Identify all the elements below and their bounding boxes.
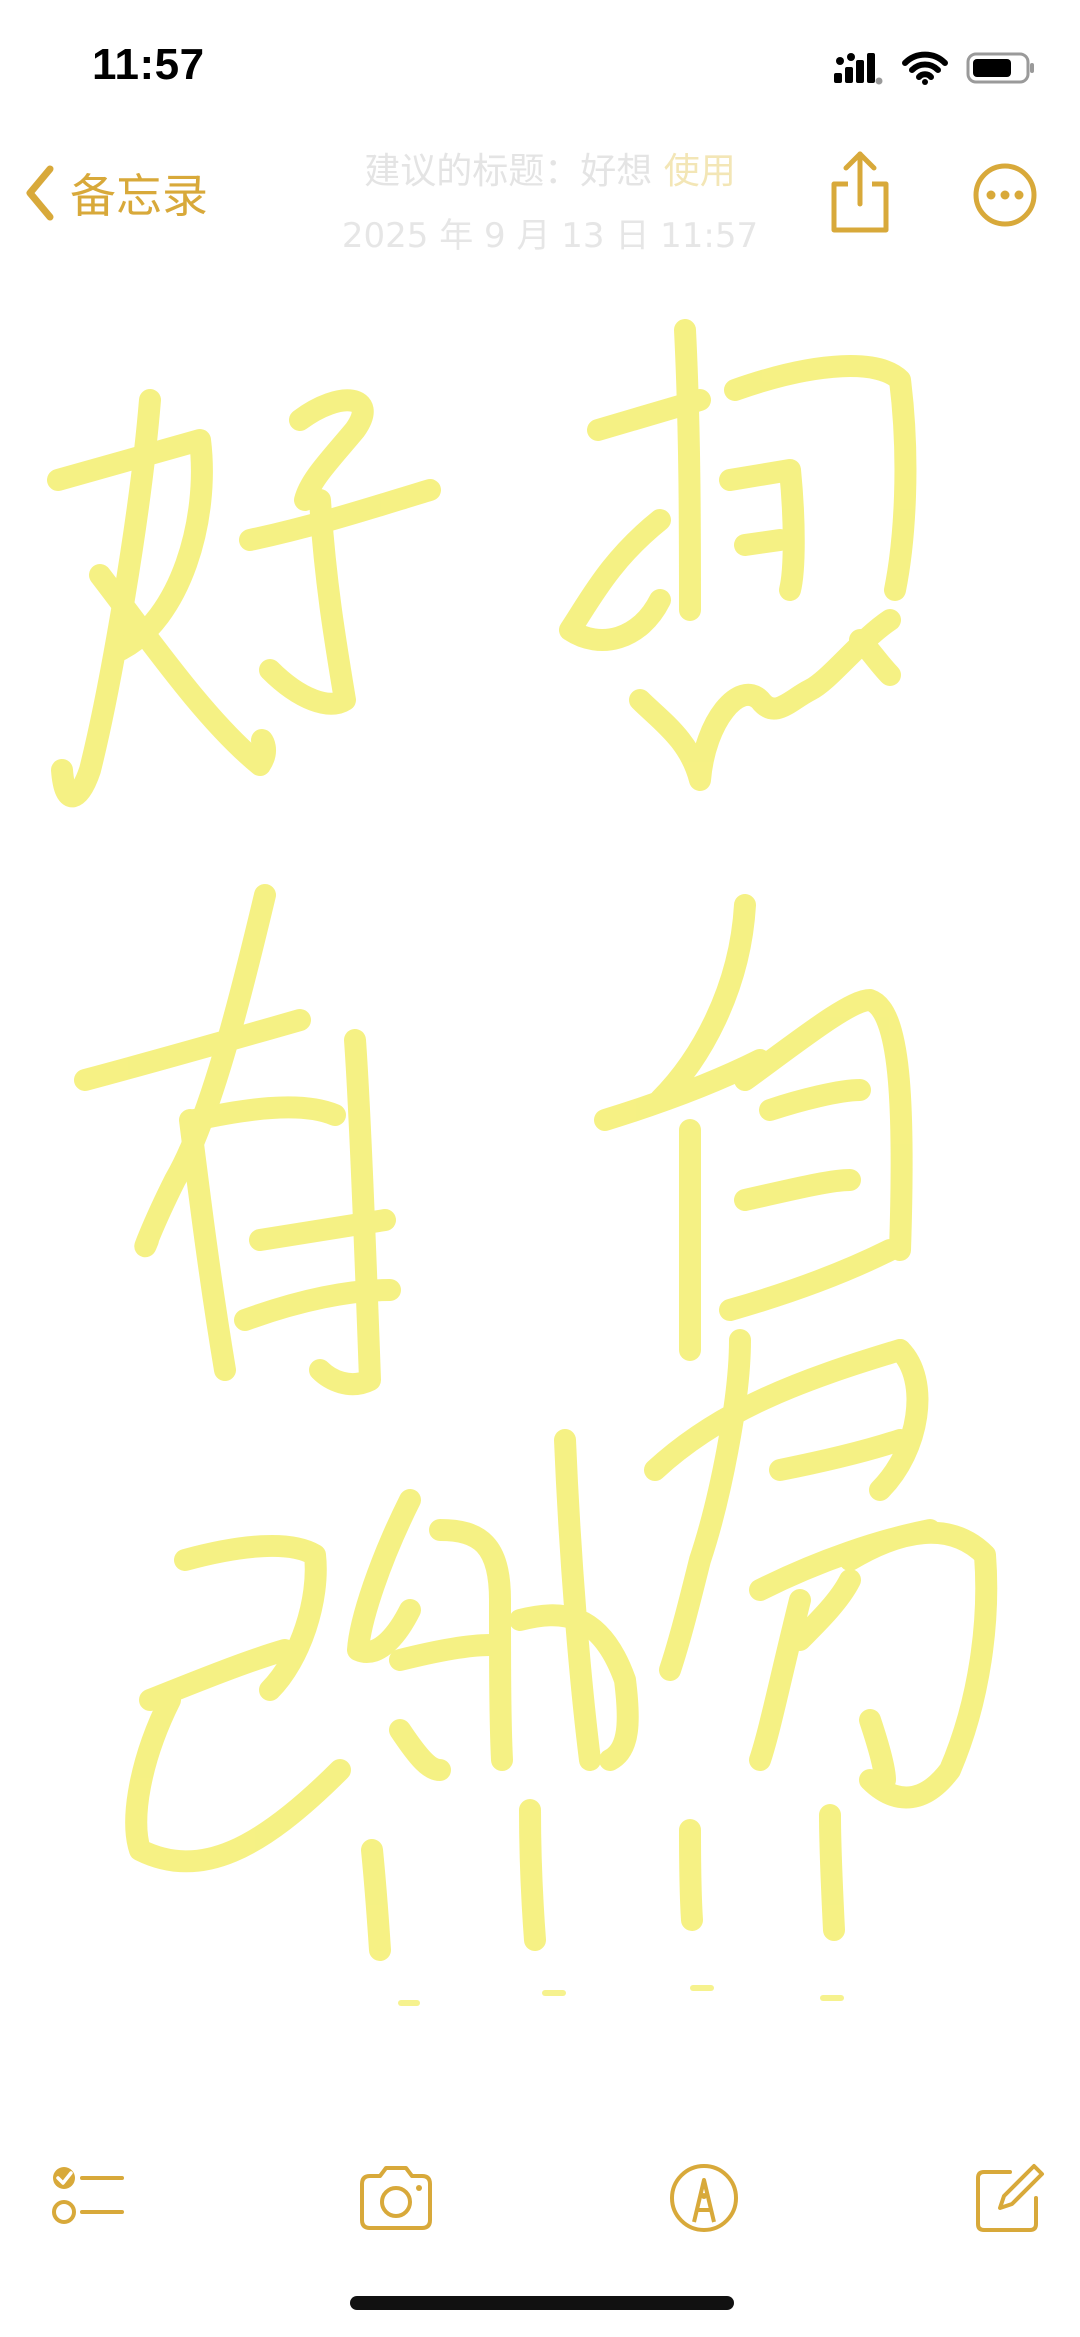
markup-button[interactable] [664, 2158, 744, 2238]
back-button[interactable]: 备忘录 [22, 158, 208, 228]
note-date: 2025 年 9 月 13 日 11:57 [341, 216, 759, 256]
status-bar: 11:57 [0, 0, 1080, 130]
status-time: 11:57 [92, 40, 205, 89]
camera-icon [360, 2166, 432, 2230]
ellipsis-circle-icon [973, 163, 1037, 227]
checklist-button[interactable] [50, 2158, 130, 2238]
more-button[interactable] [972, 162, 1038, 228]
pen-tip-icon [670, 2164, 738, 2232]
notes-screen: 11:57 备忘录 建议的标题：好想 使用 2025 年 9 月 13 日 11… [0, 0, 1080, 2337]
chevron-left-icon [26, 165, 54, 221]
note-header: 建议的标题：好想 使用 2025 年 9 月 13 日 11:57 [310, 142, 790, 257]
handwriting-drawing [47, 319, 998, 2006]
navigation-bar: 备忘录 建议的标题：好想 使用 2025 年 9 月 13 日 11:57 [0, 130, 1080, 260]
compose-icon [976, 2164, 1044, 2232]
drawing-canvas[interactable] [0, 260, 1080, 2060]
back-label: 备忘录 [70, 169, 208, 223]
cellular-signal-icon [834, 53, 883, 85]
suggested-title[interactable]: 建议的标题：好想 使用 [310, 142, 790, 194]
wifi-icon [902, 51, 948, 85]
suggested-title-text: 好想 [580, 151, 653, 192]
battery-icon [966, 52, 1034, 84]
use-title-button[interactable]: 使用 [664, 151, 736, 192]
share-button[interactable] [822, 148, 898, 238]
camera-button[interactable] [356, 2158, 436, 2238]
suggested-title-prefix: 建议的标题： [364, 151, 581, 192]
status-icons [834, 48, 1036, 88]
compose-button[interactable] [970, 2158, 1050, 2238]
home-indicator[interactable] [350, 2296, 734, 2310]
checklist-icon [52, 2167, 124, 2224]
share-icon [831, 151, 889, 233]
bottom-toolbar [0, 2150, 1080, 2240]
